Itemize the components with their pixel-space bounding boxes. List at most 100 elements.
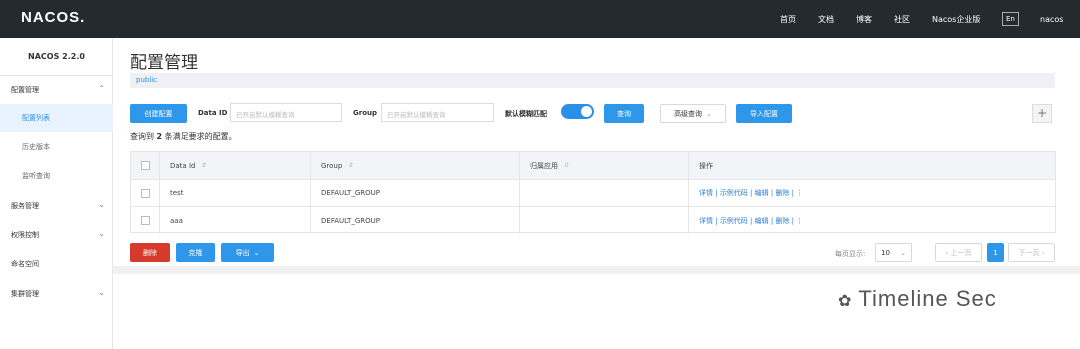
nacos-logo[interactable]: NACOS. [21, 9, 85, 26]
sidebar-item-label: 服务管理 [11, 202, 39, 210]
header-group[interactable]: Group ⇵ [311, 152, 520, 179]
cell-operations: 详情 | 示例代码 | 编辑 | 删除 | ⋮ [699, 216, 804, 226]
toggle-knob [581, 106, 592, 117]
sidebar-item-label: 历史版本 [22, 143, 50, 151]
sort-icon[interactable]: ⇵ [201, 162, 206, 169]
cell-dataid: aaa [160, 207, 311, 234]
select-all-checkbox[interactable] [141, 161, 150, 170]
sidebar-item-label: 配置管理 [11, 86, 39, 94]
delete-link[interactable]: 删除 [775, 188, 789, 198]
row-checkbox[interactable] [141, 216, 150, 225]
export-label: 导出 [235, 248, 250, 257]
edit-link[interactable]: 编辑 [755, 216, 769, 226]
page-title: 配置管理 [130, 53, 198, 73]
chevron-up-icon: ⌃ [98, 84, 105, 93]
next-label: 下一页 [1018, 248, 1040, 257]
page-size-label: 每页显示: [835, 250, 866, 258]
cell-operations: 详情 | 示例代码 | 编辑 | 删除 | ⋮ [699, 188, 804, 198]
header-app-label: 归属应用 [530, 161, 558, 170]
sidebar-item-config-list[interactable]: 配置列表 [0, 104, 113, 132]
delete-link[interactable]: 删除 [775, 216, 789, 226]
more-icon[interactable]: ⋮ [796, 189, 803, 197]
sidebar-item-label: 命名空间 [11, 260, 39, 268]
detail-link[interactable]: 详情 [699, 188, 713, 198]
nav-enterprise[interactable]: Nacos企业版 [932, 14, 980, 25]
page-size-select[interactable]: 10 ⌄ [875, 243, 912, 262]
nav-home[interactable]: 首页 [780, 14, 796, 25]
advanced-query-button[interactable]: 高级查询 ⌄ [660, 104, 726, 123]
select-all-cell [131, 152, 160, 179]
sort-icon[interactable]: ⇵ [348, 162, 353, 169]
fuzzy-match-toggle[interactable] [561, 104, 594, 119]
group-label: Group [353, 109, 378, 117]
more-icon[interactable]: ⋮ [796, 217, 803, 225]
user-name[interactable]: nacos [1040, 15, 1063, 24]
row-select-cell [131, 180, 160, 206]
sidebar-item-listener-query[interactable]: 监听查询 [0, 162, 113, 190]
sidebar-item-label: 集群管理 [11, 290, 39, 298]
nav-blog[interactable]: 博客 [856, 14, 872, 25]
version-label: NACOS 2.2.0 [28, 52, 85, 61]
chevron-right-icon: › [1041, 248, 1045, 257]
chevron-down-icon: ⌄ [98, 288, 105, 297]
summary-suffix: 条满足要求的配置。 [164, 132, 237, 141]
dataid-input[interactable]: 已开启默认模糊查询 [230, 103, 342, 122]
page-button-current[interactable]: 1 [987, 243, 1004, 262]
header-app[interactable]: 归属应用 ⇵ [520, 152, 689, 179]
cell-group: DEFAULT_GROUP [311, 180, 520, 206]
header-group-label: Group [321, 161, 343, 170]
sidebar-item-namespace[interactable]: 命名空间 [0, 250, 113, 278]
cell-group: DEFAULT_GROUP [311, 207, 520, 234]
namespace-tab[interactable]: public [130, 73, 1055, 88]
sample-code-link[interactable]: 示例代码 [720, 216, 748, 226]
import-config-button[interactable]: 导入配置 [736, 104, 792, 123]
sidebar-item-history[interactable]: 历史版本 [0, 133, 113, 161]
advanced-query-label: 高级查询 [674, 109, 703, 118]
group-input[interactable]: 已开启默认模糊查询 [381, 103, 494, 122]
chevron-left-icon: ‹ [945, 248, 949, 257]
detail-link[interactable]: 详情 [699, 216, 713, 226]
cell-dataid: test [160, 180, 311, 206]
sidebar-item-cluster-management[interactable]: 集群管理 ⌄ [0, 280, 113, 308]
page-size-value: 10 [881, 248, 890, 257]
next-page-button[interactable]: 下一页 › [1008, 243, 1055, 262]
edit-link[interactable]: 编辑 [755, 188, 769, 198]
sample-code-link[interactable]: 示例代码 [720, 188, 748, 198]
header-operations: 操作 [699, 161, 713, 170]
wechat-icon: ✿ [838, 293, 853, 310]
dataid-label: Data ID [198, 109, 228, 117]
plus-button[interactable]: + [1032, 104, 1052, 123]
query-button[interactable]: 查询 [604, 104, 644, 123]
language-switch[interactable]: En [1002, 12, 1019, 26]
sidebar-item-service-management[interactable]: 服务管理 ⌄ [0, 192, 113, 220]
horizontal-scrollbar[interactable] [113, 266, 1080, 274]
header-dataid[interactable]: Data Id ⇵ [160, 152, 311, 179]
create-config-button[interactable]: 创建配置 [130, 104, 187, 123]
nav-docs[interactable]: 文档 [818, 14, 834, 25]
sidebar-item-access-control[interactable]: 权限控制 ⌄ [0, 221, 113, 249]
sidebar: NACOS 2.2.0 配置管理 ⌃ 配置列表 历史版本 监听查询 服务管理 ⌄… [0, 38, 113, 349]
table-row: test DEFAULT_GROUP 详情 | 示例代码 | 编辑 | 删除 |… [131, 180, 1055, 207]
export-button[interactable]: 导出 ⌄ [221, 243, 274, 262]
chevron-down-icon: ⌄ [98, 229, 105, 238]
chevron-down-icon: ⌄ [900, 248, 906, 257]
sidebar-item-label: 权限控制 [11, 231, 39, 239]
summary-count: 2 [156, 132, 163, 141]
nav-community[interactable]: 社区 [894, 14, 910, 25]
watermark-text: Timeline Sec [858, 286, 997, 311]
cell-app [520, 180, 689, 206]
prev-page-button[interactable]: ‹ 上一页 [935, 243, 982, 262]
table-row: aaa DEFAULT_GROUP 详情 | 示例代码 | 编辑 | 删除 | … [131, 207, 1055, 234]
table-header: Data Id ⇵ Group ⇵ 归属应用 ⇵ 操作 [131, 152, 1055, 180]
chevron-down-icon: ⌄ [253, 248, 260, 257]
row-checkbox[interactable] [141, 188, 150, 198]
sidebar-item-config-management[interactable]: 配置管理 ⌃ [0, 76, 113, 104]
batch-delete-button[interactable]: 删除 [130, 243, 170, 262]
header-dataid-label: Data Id [170, 161, 196, 170]
watermark: ✿ Timeline Sec [838, 286, 997, 312]
cell-app [520, 207, 689, 234]
fuzzy-match-label: 默认模糊匹配 [505, 110, 547, 118]
sort-icon[interactable]: ⇵ [564, 162, 569, 169]
result-summary: 查询到 2 条满足要求的配置。 [130, 131, 237, 142]
clone-button[interactable]: 克隆 [176, 243, 215, 262]
